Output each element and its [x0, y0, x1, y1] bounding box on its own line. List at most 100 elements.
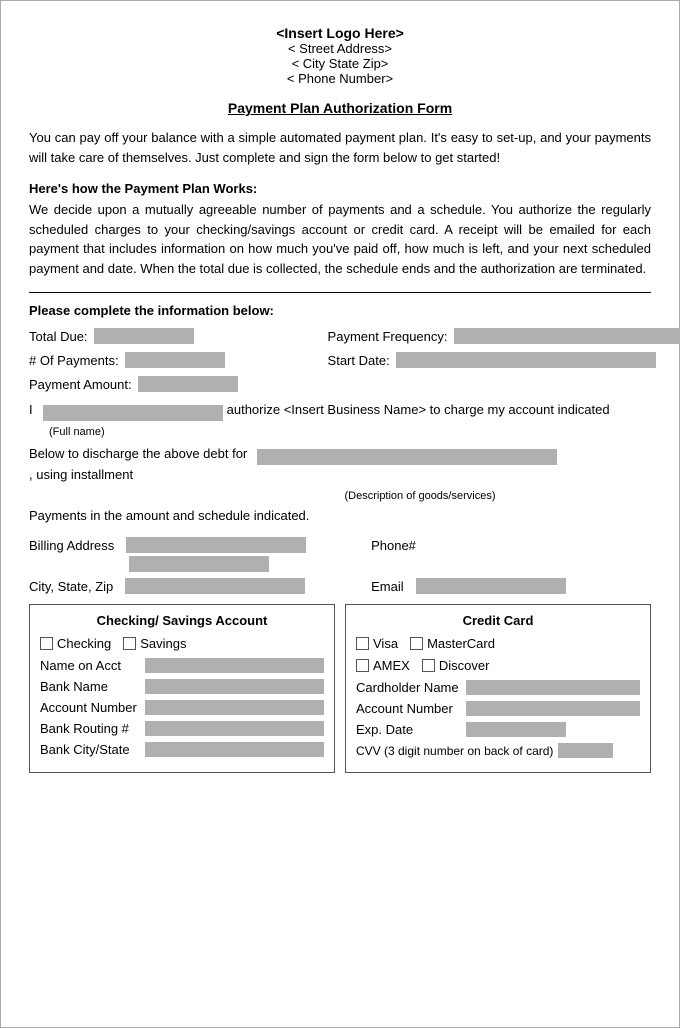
- payment-frequency-label: Payment Frequency:: [328, 329, 448, 344]
- description-sub: (Description of goods/services): [344, 490, 495, 502]
- amex-discover-row: AMEX Discover: [356, 658, 640, 673]
- bank-name-label: Bank Name: [40, 679, 140, 694]
- bank-name-input[interactable]: [145, 679, 324, 694]
- page: <Insert Logo Here> < Street Address> < C…: [0, 0, 680, 1028]
- credit-account-number-input[interactable]: [466, 701, 640, 716]
- num-payments-label: # Of Payments:: [29, 353, 119, 368]
- cardholder-name-label: Cardholder Name: [356, 680, 461, 695]
- discover-checkbox[interactable]: [422, 659, 435, 672]
- how-it-works-heading: Here's how the Payment Plan Works:: [29, 181, 651, 196]
- mastercard-checkbox-item[interactable]: MasterCard: [410, 636, 495, 651]
- col-start-date: Start Date:: [328, 352, 656, 368]
- description-input[interactable]: [257, 449, 557, 465]
- col-payment-frequency: Payment Frequency:: [328, 328, 680, 344]
- row-payment-amount: Payment Amount:: [29, 376, 651, 392]
- discover-label: Discover: [439, 658, 490, 673]
- cvv-row: CVV (3 digit number on back of card): [356, 743, 640, 758]
- visa-mastercard-row: Visa MasterCard: [356, 636, 640, 651]
- phone-label: Phone#: [371, 538, 416, 553]
- city-state-zip: < City State Zip>: [29, 56, 651, 71]
- credit-title: Credit Card: [356, 613, 640, 628]
- billing-address-input-2[interactable]: [129, 556, 269, 572]
- checking-savings-checkboxes: Checking Savings: [40, 636, 324, 651]
- amex-checkbox-item[interactable]: AMEX: [356, 658, 410, 673]
- checking-title: Checking/ Savings Account: [40, 613, 324, 628]
- payments-text: Payments in the amount and schedule indi…: [29, 508, 651, 523]
- payment-amount-label: Payment Amount:: [29, 377, 132, 392]
- total-due-label: Total Due:: [29, 329, 88, 344]
- bank-city-state-row: Bank City/State: [40, 742, 324, 757]
- exp-date-label: Exp. Date: [356, 722, 461, 737]
- street-address: < Street Address>: [29, 41, 651, 56]
- authorize-pre: I: [29, 400, 33, 421]
- phone-number: < Phone Number>: [29, 71, 651, 86]
- name-on-acct-label: Name on Acct: [40, 658, 140, 673]
- row-total-frequency: Total Due: Payment Frequency:: [29, 328, 651, 344]
- bank-routing-input[interactable]: [145, 721, 324, 736]
- amex-label: AMEX: [373, 658, 410, 673]
- city-state-zip-input[interactable]: [125, 578, 305, 594]
- col-num-payments: # Of Payments:: [29, 352, 328, 368]
- visa-checkbox[interactable]: [356, 637, 369, 650]
- bank-city-state-label: Bank City/State: [40, 742, 140, 757]
- credit-card-section: Credit Card Visa MasterCard AMEX: [345, 604, 651, 773]
- num-payments-input[interactable]: [125, 352, 225, 368]
- full-name-input[interactable]: [43, 405, 223, 421]
- visa-checkbox-item[interactable]: Visa: [356, 636, 398, 651]
- savings-label: Savings: [140, 636, 186, 651]
- cardholder-name-row: Cardholder Name: [356, 680, 640, 695]
- exp-date-input[interactable]: [466, 722, 566, 737]
- amex-checkbox[interactable]: [356, 659, 369, 672]
- form-title: Payment Plan Authorization Form: [29, 100, 651, 116]
- cardholder-name-input[interactable]: [466, 680, 640, 695]
- full-name-sub: (Full name): [49, 426, 105, 438]
- visa-label: Visa: [373, 636, 398, 651]
- cvv-label: CVV (3 digit number on back of card): [356, 744, 553, 758]
- name-on-acct-input[interactable]: [145, 658, 324, 673]
- savings-checkbox-item[interactable]: Savings: [123, 636, 186, 651]
- col-total-due: Total Due:: [29, 328, 328, 344]
- exp-date-row: Exp. Date: [356, 722, 640, 737]
- email-input[interactable]: [416, 578, 566, 594]
- row-payments-startdate: # Of Payments: Start Date:: [29, 352, 651, 368]
- account-number-label: Account Number: [40, 700, 140, 715]
- checking-checkbox[interactable]: [40, 637, 53, 650]
- divider: [29, 292, 651, 293]
- authorize-mid: authorize <Insert Business Name> to char…: [227, 400, 610, 421]
- total-due-input[interactable]: [94, 328, 194, 344]
- billing-address-input-1[interactable]: [126, 537, 306, 553]
- intro-text: You can pay off your balance with a simp…: [29, 128, 651, 167]
- payment-frequency-input[interactable]: [454, 328, 680, 344]
- city-state-zip-label: City, State, Zip: [29, 579, 113, 594]
- logo-placeholder: <Insert Logo Here>: [29, 25, 651, 41]
- payment-amount-input[interactable]: [138, 376, 238, 392]
- header: <Insert Logo Here> < Street Address> < C…: [29, 25, 651, 86]
- checking-checkbox-item[interactable]: Checking: [40, 636, 111, 651]
- name-on-acct-row: Name on Acct: [40, 658, 324, 673]
- bank-city-state-input[interactable]: [145, 742, 324, 757]
- bank-routing-row: Bank Routing #: [40, 721, 324, 736]
- account-number-row: Account Number: [40, 700, 324, 715]
- cvv-input[interactable]: [558, 743, 613, 758]
- billing-section: Billing Address Phone# City, State, Zip …: [29, 537, 651, 594]
- account-number-input[interactable]: [145, 700, 324, 715]
- mastercard-label: MasterCard: [427, 636, 495, 651]
- using-installment: , using installment: [29, 465, 133, 486]
- bottom-cols: Checking/ Savings Account Checking Savin…: [29, 604, 651, 773]
- credit-account-number-label: Account Number: [356, 701, 461, 716]
- checking-label: Checking: [57, 636, 111, 651]
- description-row: Below to discharge the above debt for , …: [29, 444, 651, 486]
- discover-checkbox-item[interactable]: Discover: [422, 658, 490, 673]
- credit-account-number-row: Account Number: [356, 701, 640, 716]
- savings-checkbox[interactable]: [123, 637, 136, 650]
- billing-address-label: Billing Address: [29, 538, 114, 553]
- mastercard-checkbox[interactable]: [410, 637, 423, 650]
- bank-name-row: Bank Name: [40, 679, 324, 694]
- how-it-works-body: We decide upon a mutually agreeable numb…: [29, 200, 651, 278]
- checking-savings-section: Checking/ Savings Account Checking Savin…: [29, 604, 335, 773]
- email-label: Email: [371, 579, 404, 594]
- authorize-row: I authorize <Insert Business Name> to ch…: [29, 400, 651, 421]
- billing-address-row: Billing Address Phone#: [29, 537, 651, 572]
- start-date-input[interactable]: [396, 352, 656, 368]
- below-text: Below to discharge the above debt for: [29, 444, 247, 465]
